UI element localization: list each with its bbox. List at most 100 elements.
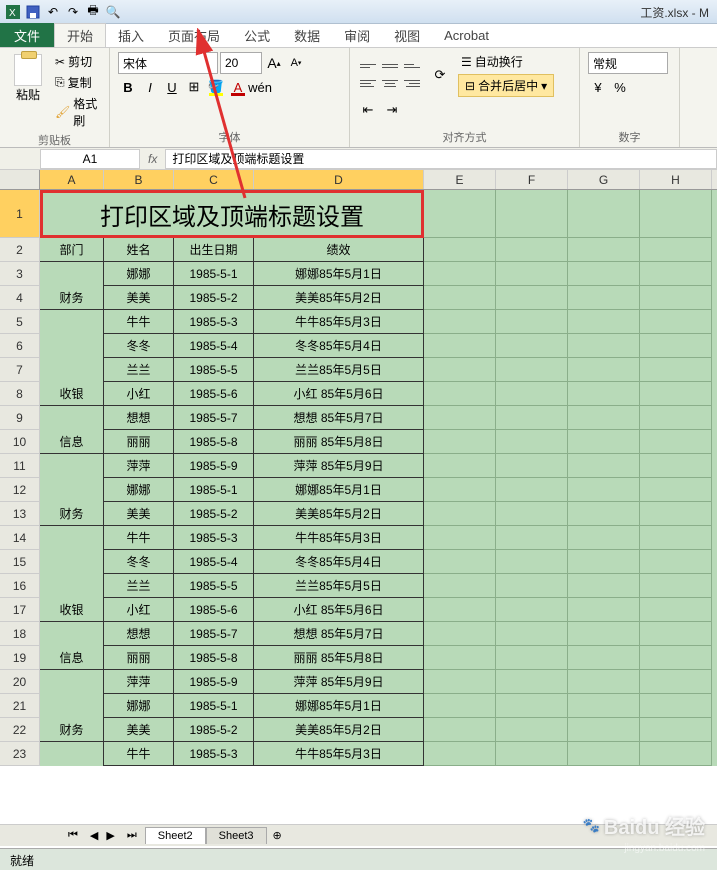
align-center-button[interactable] (380, 76, 400, 92)
cell-dept[interactable] (40, 454, 104, 478)
cell-birth[interactable]: 1985-5-1 (174, 478, 254, 502)
row-header[interactable]: 15 (0, 550, 40, 574)
row-header[interactable]: 16 (0, 574, 40, 598)
cell-name[interactable]: 美美 (104, 718, 174, 742)
cell-dept[interactable] (40, 622, 104, 646)
cell-birth[interactable]: 1985-5-4 (174, 334, 254, 358)
align-bottom-button[interactable] (402, 58, 422, 74)
row-header[interactable]: 10 (0, 430, 40, 454)
row-header-1[interactable]: 1 (0, 190, 40, 238)
cell-perf[interactable]: 小红 85年5月6日 (254, 382, 424, 406)
cell-perf[interactable]: 小红 85年5月6日 (254, 598, 424, 622)
sheet-nav-first[interactable]: ⏮ (60, 829, 86, 842)
cell-perf[interactable]: 萍萍 85年5月9日 (254, 670, 424, 694)
tab-insert[interactable]: 插入 (106, 23, 156, 47)
cell-perf[interactable]: 牛牛85年5月3日 (254, 742, 424, 766)
merge-center-button[interactable]: ⊟合并后居中▾ (458, 74, 554, 97)
row-header[interactable]: 6 (0, 334, 40, 358)
cell-dept[interactable]: 收银 (40, 382, 104, 406)
underline-button[interactable]: U (162, 77, 182, 97)
cell-perf[interactable]: 萍萍 85年5月9日 (254, 454, 424, 478)
cell-name[interactable]: 兰兰 (104, 358, 174, 382)
print-icon[interactable]: 🖶 (84, 3, 102, 21)
cell-perf[interactable]: 娜娜85年5月1日 (254, 694, 424, 718)
row-header[interactable]: 13 (0, 502, 40, 526)
cell-birth[interactable]: 1985-5-4 (174, 550, 254, 574)
cell-dept[interactable] (40, 478, 104, 502)
cell-name[interactable]: 小红 (104, 598, 174, 622)
bold-button[interactable]: B (118, 77, 138, 97)
row-header[interactable]: 11 (0, 454, 40, 478)
cell-dept[interactable]: 财务 (40, 502, 104, 526)
cell-name[interactable]: 美美 (104, 286, 174, 310)
increase-indent-button[interactable]: ⇥ (382, 100, 402, 120)
cell-dept[interactable] (40, 550, 104, 574)
cell-name[interactable]: 娜娜 (104, 694, 174, 718)
sheet-tab-3[interactable]: Sheet3 (206, 827, 267, 844)
cell-birth[interactable]: 1985-5-9 (174, 454, 254, 478)
font-size-select[interactable] (220, 52, 262, 74)
col-header-e[interactable]: E (424, 170, 496, 189)
cell-name[interactable]: 娜娜 (104, 262, 174, 286)
cell-dept[interactable]: 收银 (40, 598, 104, 622)
cell-name[interactable]: 美美 (104, 502, 174, 526)
cell-birth[interactable]: 1985-5-1 (174, 262, 254, 286)
cell-birth[interactable]: 1985-5-3 (174, 742, 254, 766)
currency-button[interactable]: ¥ (588, 77, 608, 97)
cell-dept[interactable]: 财务 (40, 718, 104, 742)
name-box[interactable] (40, 149, 140, 169)
italic-button[interactable]: I (140, 77, 160, 97)
row-header-2[interactable]: 2 (0, 238, 40, 262)
cut-button[interactable]: ✂剪切 (52, 52, 101, 71)
cell-dept[interactable] (40, 262, 104, 286)
new-sheet-button[interactable]: ⊕ (267, 829, 288, 842)
col-header-a[interactable]: A (40, 170, 104, 189)
cell-birth[interactable]: 1985-5-2 (174, 286, 254, 310)
cell-dept[interactable]: 信息 (40, 430, 104, 454)
cell-perf[interactable]: 娜娜85年5月1日 (254, 262, 424, 286)
font-color-button[interactable]: A (228, 77, 248, 97)
cell-perf[interactable]: 兰兰85年5月5日 (254, 358, 424, 382)
cell-birth[interactable]: 1985-5-3 (174, 310, 254, 334)
cell-perf[interactable]: 美美85年5月2日 (254, 718, 424, 742)
col-header-c[interactable]: C (174, 170, 254, 189)
cell-dept[interactable] (40, 334, 104, 358)
copy-button[interactable]: ⎘复制 (52, 73, 101, 92)
cell-birth[interactable]: 1985-5-8 (174, 646, 254, 670)
row-header[interactable]: 21 (0, 694, 40, 718)
redo-icon[interactable]: ↷ (64, 3, 82, 21)
cell-perf[interactable]: 冬冬85年5月4日 (254, 334, 424, 358)
cell-dept[interactable] (40, 670, 104, 694)
cell-dept[interactable] (40, 526, 104, 550)
paste-button[interactable]: 粘贴 (8, 52, 48, 130)
cell-birth[interactable]: 1985-5-1 (174, 694, 254, 718)
row-header[interactable]: 9 (0, 406, 40, 430)
tab-data[interactable]: 数据 (282, 23, 332, 47)
cell-dept[interactable] (40, 742, 104, 766)
align-middle-button[interactable] (380, 58, 400, 74)
cell-dept[interactable] (40, 406, 104, 430)
cell-perf[interactable]: 丽丽 85年5月8日 (254, 646, 424, 670)
select-all-corner[interactable] (0, 170, 40, 189)
row-header[interactable]: 20 (0, 670, 40, 694)
cell-perf[interactable]: 美美85年5月2日 (254, 502, 424, 526)
tab-layout[interactable]: 页面布局 (156, 23, 232, 47)
align-left-button[interactable] (358, 76, 378, 92)
row-header[interactable]: 8 (0, 382, 40, 406)
phonetic-button[interactable]: wén (250, 77, 270, 97)
sheet-nav-prev[interactable]: ◀ (86, 829, 102, 842)
cell-birth[interactable]: 1985-5-6 (174, 382, 254, 406)
tab-view[interactable]: 视图 (382, 23, 432, 47)
file-tab[interactable]: 文件 (0, 23, 54, 47)
cell-birth[interactable]: 1985-5-5 (174, 574, 254, 598)
sheet-tab-2[interactable]: Sheet2 (145, 827, 206, 844)
cell-birth[interactable]: 1985-5-5 (174, 358, 254, 382)
row-header[interactable]: 7 (0, 358, 40, 382)
tab-acrobat[interactable]: Acrobat (432, 23, 501, 47)
row-header[interactable]: 19 (0, 646, 40, 670)
cell-name[interactable]: 牛牛 (104, 526, 174, 550)
fx-icon[interactable]: fx (140, 152, 165, 166)
col-header-b[interactable]: B (104, 170, 174, 189)
cell-birth[interactable]: 1985-5-8 (174, 430, 254, 454)
cell-dept[interactable] (40, 574, 104, 598)
